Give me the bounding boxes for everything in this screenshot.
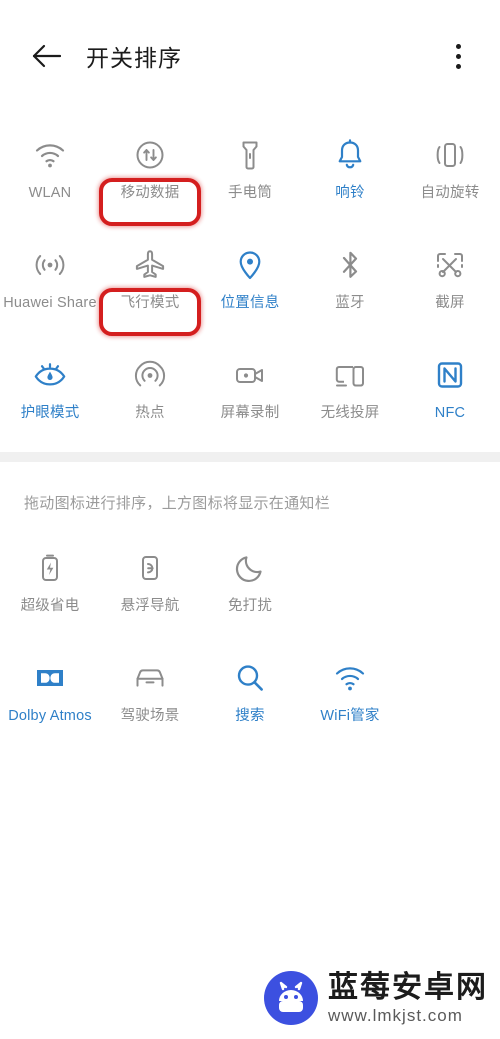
toggle-item-label: 移动数据 (120, 185, 180, 201)
app-header: 开关排序 (0, 0, 500, 112)
bell-icon (333, 134, 367, 176)
toggle-item-flashlight[interactable]: 手电筒 (200, 116, 300, 226)
toggle-item-do-not-disturb[interactable]: 免打扰 (200, 529, 300, 639)
do-not-disturb-icon (233, 547, 267, 589)
grid-cell-empty (300, 529, 400, 639)
overflow-menu-icon[interactable] (438, 36, 478, 76)
watermark-url: www.lmkjst.com (328, 1005, 463, 1025)
toggle-item-label: 手电筒 (227, 185, 273, 201)
toggle-item-label: 自动旋转 (420, 185, 480, 201)
site-watermark: 蓝莓安卓网 www.lmkjst.com (264, 971, 488, 1025)
toggle-item-hotspot[interactable]: 热点 (100, 336, 200, 446)
toggle-item-driving-mode[interactable]: 驾驶场景 (100, 639, 200, 749)
eye-comfort-icon (33, 354, 67, 396)
floating-nav-icon (133, 547, 167, 589)
toggle-item-label: 屏幕录制 (220, 405, 280, 421)
toggle-item-ultra-power-saving[interactable]: 超级省电 (0, 529, 100, 639)
toggle-item-bluetooth[interactable]: 蓝牙 (300, 226, 400, 336)
driving-mode-icon (133, 657, 167, 699)
toggle-item-huawei-share[interactable]: Huawei Share (0, 226, 100, 336)
toggle-item-label: 位置信息 (220, 295, 280, 311)
location-pin-icon (233, 244, 267, 286)
search-icon (233, 657, 267, 699)
wifi-icon (33, 134, 67, 176)
hotspot-icon (133, 354, 167, 396)
toggle-item-label: 护眼模式 (20, 405, 80, 421)
toggle-item-nfc[interactable]: NFC (400, 336, 500, 446)
toggle-item-label: NFC (434, 405, 466, 421)
toggle-item-location-pin[interactable]: 位置信息 (200, 226, 300, 336)
toggle-item-search[interactable]: 搜索 (200, 639, 300, 749)
screenshot-icon (433, 244, 467, 286)
toggle-item-label: 飞行模式 (120, 295, 180, 311)
watermark-title: 蓝莓安卓网 (328, 970, 488, 1004)
toggle-item-label: WiFi管家 (320, 708, 380, 724)
toggle-item-eye-comfort[interactable]: 护眼模式 (0, 336, 100, 446)
hidden-toggles-grid: 超级省电 悬浮导航 免打扰 Dolby Atmos 驾驶场景 搜索 WiFi管家 (0, 529, 500, 749)
toggle-item-label: 蓝牙 (335, 295, 365, 311)
screen-record-icon (233, 354, 267, 396)
toggle-item-label: 无线投屏 (320, 405, 380, 421)
toggle-item-screen-record[interactable]: 屏幕录制 (200, 336, 300, 446)
toggle-item-label: WLAN (28, 185, 72, 201)
toggle-item-auto-rotate[interactable]: 自动旋转 (400, 116, 500, 226)
ultra-power-saving-icon (33, 547, 67, 589)
auto-rotate-icon (433, 134, 467, 176)
toggle-item-wifi-manager[interactable]: WiFi管家 (300, 639, 400, 749)
toggle-item-label: 悬浮导航 (120, 598, 180, 614)
toggle-item-floating-nav[interactable]: 悬浮导航 (100, 529, 200, 639)
toggle-item-label: 超级省电 (20, 598, 80, 614)
page-title: 开关排序 (86, 45, 182, 71)
toggle-item-screenshot[interactable]: 截屏 (400, 226, 500, 336)
airplane-mode-icon (133, 244, 167, 286)
bluetooth-icon (333, 244, 367, 286)
grid-cell-empty (400, 529, 500, 639)
back-arrow-icon[interactable] (24, 34, 68, 78)
blueberry-android-logo-icon (264, 971, 318, 1025)
wifi-manager-icon (333, 657, 367, 699)
cast-screen-icon (333, 354, 367, 396)
toggle-item-mobile-data-highlighted[interactable]: 移动数据 (100, 116, 200, 226)
toggle-item-label: 驾驶场景 (120, 708, 180, 724)
toggle-item-label: 热点 (135, 405, 165, 421)
huawei-share-icon (33, 244, 67, 286)
toggle-item-cast-screen[interactable]: 无线投屏 (300, 336, 400, 446)
notification-shade-toggles-grid: WLAN 移动数据 手电筒 响铃 自动旋转 Huawei Share 飞行模式 位置信息 蓝牙 截… (0, 116, 500, 446)
toggle-item-label: 截屏 (435, 295, 465, 311)
toggle-item-label: 响铃 (335, 185, 365, 201)
toggle-item-airplane-mode-highlighted[interactable]: 飞行模式 (100, 226, 200, 336)
toggle-item-bell[interactable]: 响铃 (300, 116, 400, 226)
dolby-atmos-icon (33, 657, 67, 699)
section-divider (0, 452, 500, 462)
flashlight-icon (233, 134, 267, 176)
nfc-icon (433, 354, 467, 396)
toggle-item-label: 搜索 (235, 708, 265, 724)
toggle-item-wifi[interactable]: WLAN (0, 116, 100, 226)
toggle-item-label: Dolby Atmos (8, 708, 92, 724)
sorting-hint-text: 拖动图标进行排序，上方图标将显示在通知栏 (24, 495, 331, 512)
grid-cell-empty (400, 639, 500, 749)
toggle-item-label: Huawei Share (3, 295, 97, 311)
toggle-item-label: 免打扰 (227, 598, 273, 614)
toggle-item-dolby-atmos[interactable]: Dolby Atmos (0, 639, 100, 749)
mobile-data-icon (133, 134, 167, 176)
